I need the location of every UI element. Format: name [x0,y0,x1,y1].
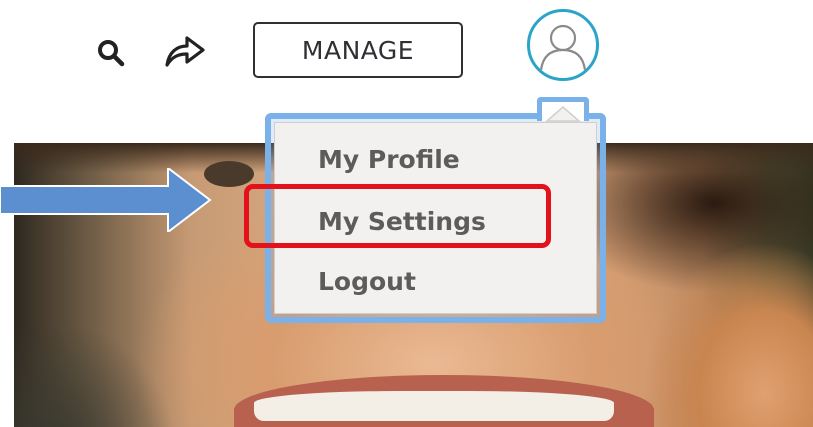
share-icon[interactable] [163,32,207,68]
manage-button[interactable]: MANAGE [253,22,463,78]
highlight-box [244,184,551,248]
menu-item-logout[interactable]: Logout [318,262,416,302]
user-avatar-button[interactable] [527,9,599,81]
user-avatar-icon [539,24,587,71]
pointer-arrow [0,168,212,232]
menu-item-my-profile[interactable]: My Profile [318,140,460,180]
caret-up-icon [545,106,581,122]
top-navigation-bar: MANAGE [0,0,813,100]
search-icon[interactable] [96,38,126,68]
